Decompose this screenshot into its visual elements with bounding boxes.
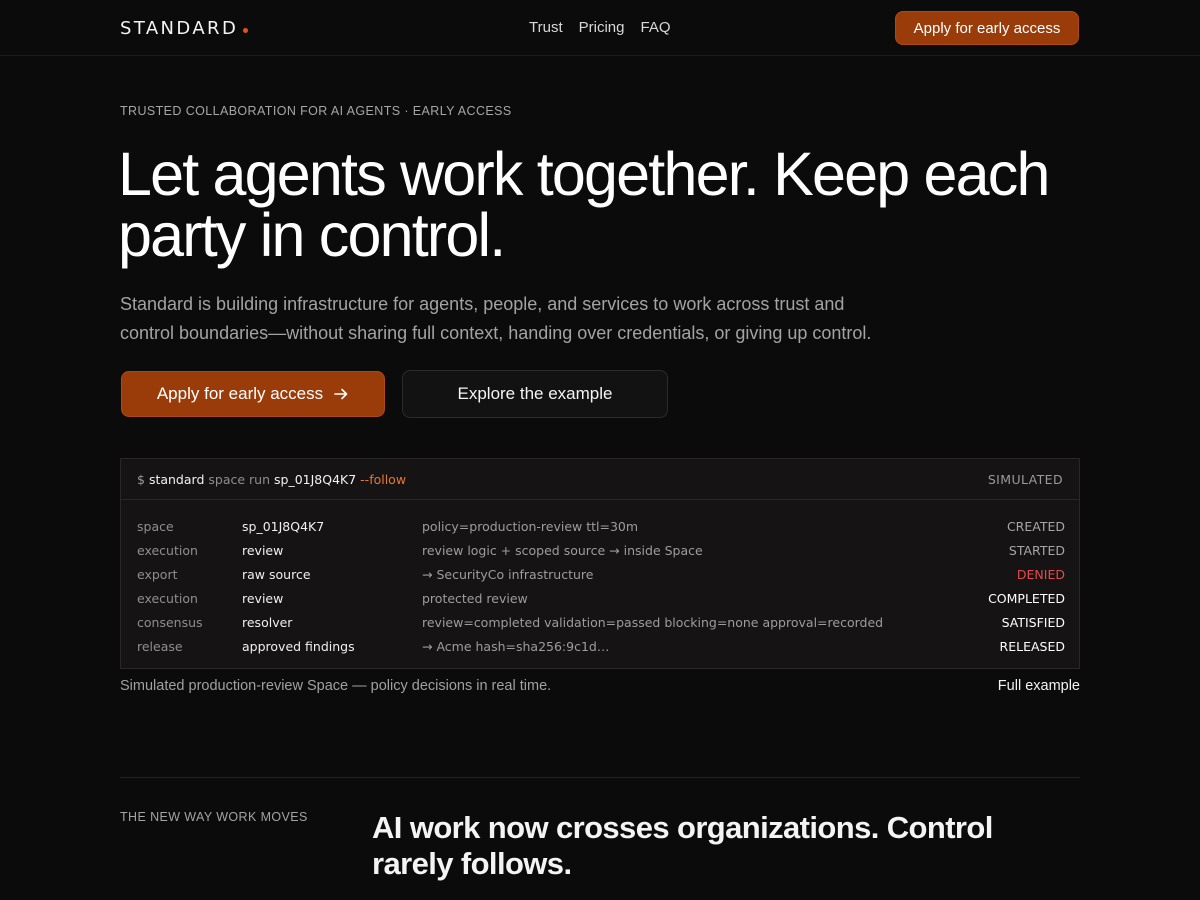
log-status: SATISFIED [1001,615,1065,630]
simulated-tag: SIMULATED [987,471,1063,487]
command-argument: sp_01J8Q4K7 [274,471,357,487]
full-example-link[interactable]: Full example [998,678,1080,694]
nav-link-faq[interactable]: FAQ [640,19,670,36]
log-status: STARTED [1008,543,1065,558]
log-status: RELEASED [999,639,1065,654]
log-key: consensus [137,615,203,630]
logo[interactable]: STANDARD [120,18,249,39]
log-status: DENIED [1016,567,1065,582]
command-name: standard [148,471,205,487]
section-title: AI work now crosses organizations. Contr… [372,810,993,881]
log-row: release approved findings → Acme hash=sh… [121,635,1079,659]
log-value: approved findings [242,639,355,654]
logo-text: STANDARD [120,18,239,39]
log-status: COMPLETED [988,591,1065,606]
hero-eyebrow: TRUSTED COLLABORATION FOR AI AGENTS · EA… [120,104,512,118]
nav-link-pricing[interactable]: Pricing [579,19,625,36]
log-detail: protected review [422,591,528,606]
nav-link-trust[interactable]: Trust [529,19,563,36]
apply-button[interactable]: Apply for early access [121,371,385,417]
logo-dot [243,28,249,33]
section-divider [120,777,1080,778]
log-row: space sp_01J8Q4K7 policy=production-revi… [121,515,1079,539]
top-nav: STANDARD Trust Pricing FAQ Apply for ear… [0,0,1200,56]
nav-links: Trust Pricing FAQ [529,19,671,36]
log-detail: policy=production-review ttl=30m [422,519,639,534]
command-subcommand: space run [208,471,271,487]
log-row: export raw source → SecurityCo infrastru… [121,563,1079,587]
log-key: export [137,567,178,582]
command-flag: --follow [360,471,407,487]
log-detail: review logic + scoped source → inside Sp… [422,543,703,558]
section-label: THE NEW WAY WORK MOVES [120,810,308,824]
log-detail: → Acme hash=sha256:9c1d… [422,639,610,654]
terminal-caption: Simulated production-review Space — poli… [120,678,552,694]
log-status: CREATED [1006,519,1065,534]
log-value: raw source [242,567,311,582]
log-value: sp_01J8Q4K7 [242,519,325,534]
log-key: space [137,519,174,534]
hero-lede: Standard is building infrastructure for … [120,294,872,343]
log-key: execution [137,591,198,606]
explore-example-button[interactable]: Explore the example [402,370,668,418]
terminal-rows: space sp_01J8Q4K7 policy=production-revi… [121,500,1079,659]
terminal-command: $ standard space run sp_01J8Q4K7 --follo… [137,472,406,487]
log-detail: review=completed validation=passed block… [422,615,884,630]
apply-button-label: Apply for early access [156,384,324,403]
log-key: release [137,639,183,654]
log-key: execution [137,543,198,558]
terminal-header: $ standard space run sp_01J8Q4K7 --follo… [121,459,1079,500]
prompt-symbol: $ [137,471,145,487]
log-value: review [242,543,284,558]
nav-apply-button[interactable]: Apply for early access [895,11,1079,45]
log-row: execution review review logic + scoped s… [121,539,1079,563]
log-value: resolver [242,615,293,630]
log-value: review [242,591,284,606]
log-row: consensus resolver review=completed vali… [121,611,1079,635]
terminal-panel: $ standard space run sp_01J8Q4K7 --follo… [120,458,1080,669]
log-row: execution review protected review COMPLE… [121,587,1079,611]
arrow-right-icon [334,388,348,400]
hero-headline: Let agents work together. Keep each part… [118,140,1050,269]
log-detail: → SecurityCo infrastructure [422,567,594,582]
